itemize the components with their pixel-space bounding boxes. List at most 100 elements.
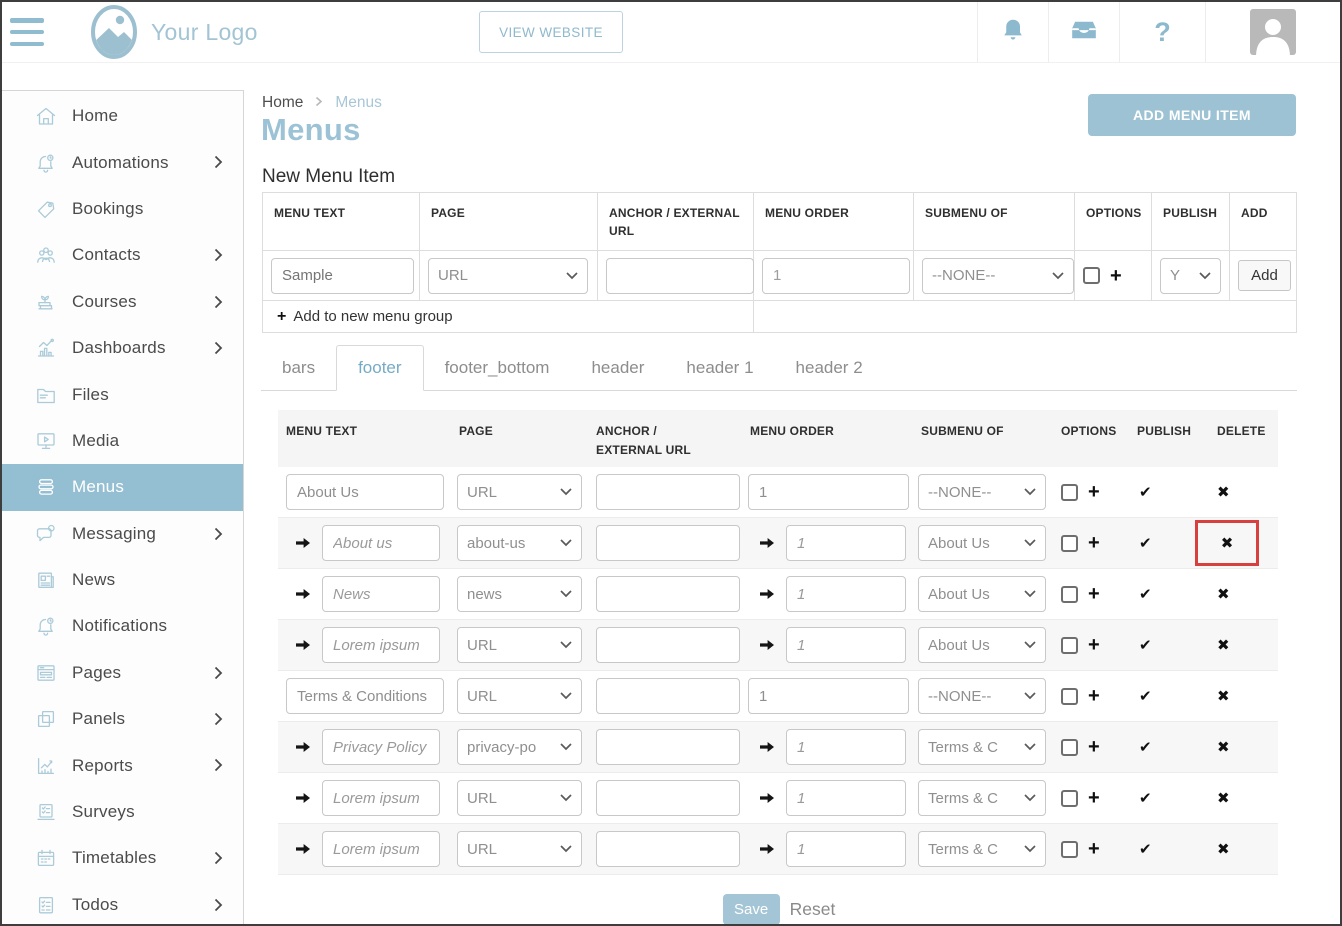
submenu-select[interactable]: Terms & C — [918, 780, 1046, 816]
anchor-url-input[interactable] — [596, 576, 740, 612]
tab-header[interactable]: header — [570, 345, 665, 390]
anchor-url-input[interactable] — [596, 474, 740, 510]
user-menu[interactable] — [1205, 2, 1340, 62]
menu-text-input[interactable] — [322, 525, 440, 561]
delete-x-icon[interactable]: ✖ — [1221, 536, 1234, 551]
menu-order-input[interactable] — [786, 780, 906, 816]
tab-header-2[interactable]: header 2 — [775, 345, 884, 390]
sidebar-item-home[interactable]: Home — [2, 93, 243, 139]
publish-check-icon[interactable]: ✔ — [1139, 740, 1152, 755]
delete-x-icon[interactable]: ✖ — [1217, 740, 1230, 755]
menu-text-input[interactable] — [322, 627, 440, 663]
submenu-select[interactable]: --NONE-- — [918, 474, 1046, 510]
add-button[interactable]: Add — [1238, 260, 1291, 291]
submenu-select[interactable]: About Us — [918, 525, 1046, 561]
plus-icon[interactable]: + — [1088, 584, 1100, 604]
sidebar-item-courses[interactable]: Courses — [2, 279, 243, 325]
sidebar-item-notifications[interactable]: Notifications — [2, 603, 243, 649]
anchor-url-input[interactable] — [596, 678, 740, 714]
delete-x-icon[interactable]: ✖ — [1217, 842, 1230, 857]
plus-icon[interactable]: + — [1088, 839, 1100, 859]
submenu-select[interactable]: About Us — [918, 576, 1046, 612]
sidebar-item-files[interactable]: Files — [2, 371, 243, 417]
options-checkbox[interactable] — [1061, 484, 1078, 501]
sidebar-item-messaging[interactable]: Messaging — [2, 511, 243, 557]
plus-icon[interactable]: + — [1088, 482, 1100, 502]
publish-check-icon[interactable]: ✔ — [1139, 536, 1152, 551]
sidebar-item-pages[interactable]: Pages — [2, 650, 243, 696]
breadcrumb-home-link[interactable]: Home — [262, 94, 303, 112]
sidebar-item-menus[interactable]: Menus — [2, 464, 243, 510]
sidebar-item-todos[interactable]: Todos — [2, 882, 243, 926]
reset-button[interactable]: Reset — [790, 899, 836, 920]
publish-check-icon[interactable]: ✔ — [1139, 587, 1152, 602]
page-select[interactable]: URL — [457, 474, 582, 510]
publish-check-icon[interactable]: ✔ — [1139, 842, 1152, 857]
inbox-button[interactable] — [1048, 2, 1119, 62]
tab-footer_bottom[interactable]: footer_bottom — [424, 345, 571, 390]
publish-check-icon[interactable]: ✔ — [1139, 485, 1152, 500]
submenu-select[interactable]: Terms & C — [918, 729, 1046, 765]
publish-check-icon[interactable]: ✔ — [1139, 638, 1152, 653]
page-select[interactable]: URL — [457, 831, 582, 867]
page-select[interactable]: URL — [428, 258, 588, 294]
delete-x-icon[interactable]: ✖ — [1217, 485, 1230, 500]
plus-icon[interactable]: + — [1088, 737, 1100, 757]
menu-order-input[interactable] — [786, 627, 906, 663]
sidebar-item-timetables[interactable]: Timetables — [2, 835, 243, 881]
anchor-url-input[interactable] — [596, 780, 740, 816]
publish-check-icon[interactable]: ✔ — [1139, 689, 1152, 704]
sidebar-item-dashboards[interactable]: Dashboards — [2, 325, 243, 371]
options-checkbox[interactable] — [1061, 790, 1078, 807]
delete-x-icon[interactable]: ✖ — [1217, 791, 1230, 806]
menu-text-input[interactable] — [322, 780, 440, 816]
tab-footer[interactable]: footer — [336, 345, 423, 391]
delete-x-icon[interactable]: ✖ — [1217, 638, 1230, 653]
submenu-select[interactable]: --NONE-- — [918, 678, 1046, 714]
sidebar-item-panels[interactable]: Panels — [2, 696, 243, 742]
page-select[interactable]: news — [457, 576, 582, 612]
sidebar-item-media[interactable]: Media — [2, 418, 243, 464]
options-checkbox[interactable] — [1061, 739, 1078, 756]
options-checkbox[interactable] — [1083, 267, 1100, 284]
options-checkbox[interactable] — [1061, 586, 1078, 603]
options-checkbox[interactable] — [1061, 841, 1078, 858]
sidebar-item-surveys[interactable]: Surveys — [2, 789, 243, 835]
menu-order-input[interactable] — [786, 525, 906, 561]
menu-order-input[interactable] — [786, 576, 906, 612]
plus-icon[interactable]: + — [1088, 686, 1100, 706]
menu-text-input[interactable] — [322, 576, 440, 612]
menu-text-input[interactable] — [271, 258, 414, 294]
delete-x-icon[interactable]: ✖ — [1217, 689, 1230, 704]
anchor-url-input[interactable] — [596, 831, 740, 867]
submenu-select[interactable]: Terms & C — [918, 831, 1046, 867]
plus-icon[interactable]: + — [1088, 635, 1100, 655]
sidebar-item-contacts[interactable]: Contacts — [2, 232, 243, 278]
sidebar-item-automations[interactable]: Automations — [2, 139, 243, 185]
anchor-url-input[interactable] — [606, 258, 754, 294]
menu-text-input[interactable] — [322, 831, 440, 867]
options-checkbox[interactable] — [1061, 688, 1078, 705]
view-website-button[interactable]: VIEW WEBSITE — [479, 11, 623, 53]
menu-order-input[interactable] — [762, 258, 910, 294]
submenu-select[interactable]: About Us — [918, 627, 1046, 663]
hamburger-menu-icon[interactable] — [10, 16, 46, 48]
save-button[interactable]: Save — [723, 894, 780, 925]
menu-text-input[interactable] — [286, 678, 444, 714]
menu-order-input[interactable] — [786, 729, 906, 765]
sidebar-item-news[interactable]: News — [2, 557, 243, 603]
submenu-select[interactable]: --NONE-- — [922, 258, 1074, 294]
plus-icon[interactable]: + — [1088, 788, 1100, 808]
publish-check-icon[interactable]: ✔ — [1139, 791, 1152, 806]
plus-icon[interactable]: + — [1110, 266, 1122, 286]
page-select[interactable]: privacy-po — [457, 729, 582, 765]
page-select[interactable]: about-us — [457, 525, 582, 561]
menu-order-input[interactable] — [786, 831, 906, 867]
tab-header-1[interactable]: header 1 — [665, 345, 774, 390]
publish-select[interactable]: Y — [1160, 258, 1221, 294]
menu-text-input[interactable] — [286, 474, 444, 510]
help-button[interactable]: ? — [1119, 2, 1205, 62]
page-select[interactable]: URL — [457, 678, 582, 714]
page-select[interactable]: URL — [457, 627, 582, 663]
sidebar-item-bookings[interactable]: Bookings — [2, 186, 243, 232]
